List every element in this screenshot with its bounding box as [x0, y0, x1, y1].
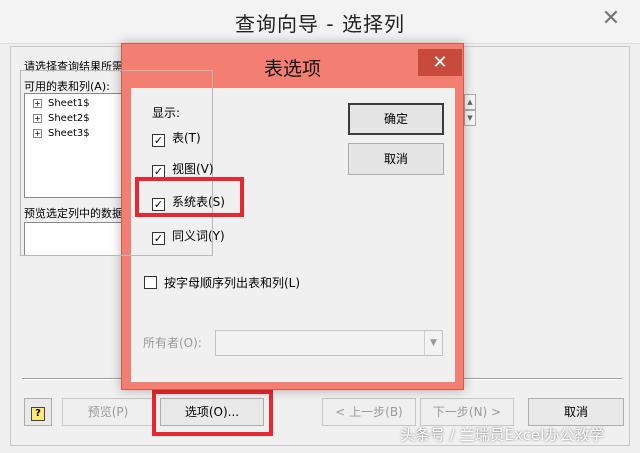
move-up-arrow-icon[interactable]: ▲ [464, 94, 476, 110]
checkbox-unchecked-icon[interactable] [144, 276, 157, 289]
options-button[interactable]: 选项(O)... [160, 398, 264, 426]
checkbox-label: 按字母顺序列出表和列(L) [164, 276, 301, 290]
wizard-close-icon[interactable]: ✕ [596, 6, 626, 32]
owner-label: 所有者(O): [143, 336, 202, 350]
wizard-title: 查询向导 - 选择列 [235, 12, 405, 36]
checkbox-label: 同义词(Y) [172, 229, 225, 243]
checkbox-check-icon[interactable]: ✓ [152, 134, 165, 147]
help-icon: ? [31, 407, 45, 421]
owner-dropdown[interactable]: ▼ [215, 330, 443, 356]
checkbox-check-icon[interactable]: ✓ [152, 165, 165, 178]
ok-button[interactable]: 确定 [348, 103, 444, 135]
back-button[interactable]: < 上一步(B) [322, 398, 416, 426]
display-group-label: 显示: [149, 104, 184, 121]
dialog-cancel-button[interactable]: 取消 [348, 143, 444, 175]
checkbox-system-tables[interactable]: ✓ 系统表(S) [152, 193, 225, 211]
watermark-text: 头条号 / 兰瑞员Excel办公教学 [400, 426, 605, 444]
move-down-arrow-icon[interactable]: ▼ [464, 110, 476, 126]
help-button[interactable]: ? [24, 398, 52, 426]
preview-button[interactable]: 预览(P) [62, 398, 154, 426]
checkbox-check-icon[interactable]: ✓ [152, 232, 165, 245]
column-order-scroll[interactable]: ▲ ▼ [464, 94, 476, 130]
checkbox-tables[interactable]: ✓ 表(T) [152, 129, 201, 147]
checkbox-alphabetical[interactable]: 按字母顺序列出表和列(L) [144, 274, 300, 292]
checkbox-label: 系统表(S) [172, 195, 225, 209]
dialog-close-icon[interactable]: ✕ [418, 49, 462, 76]
checkbox-label: 表(T) [172, 131, 201, 145]
chevron-down-icon[interactable]: ▼ [424, 331, 442, 355]
checkbox-check-icon[interactable]: ✓ [152, 198, 165, 211]
wizard-titlebar: 查询向导 - 选择列 ✕ [0, 0, 640, 44]
checkbox-views[interactable]: ✓ 视图(V) [152, 160, 214, 178]
checkbox-synonyms[interactable]: ✓ 同义词(Y) [152, 227, 225, 245]
checkbox-label: 视图(V) [172, 162, 214, 176]
wizard-cancel-button[interactable]: 取消 [528, 398, 624, 426]
next-button[interactable]: 下一步(N) > [420, 398, 514, 426]
